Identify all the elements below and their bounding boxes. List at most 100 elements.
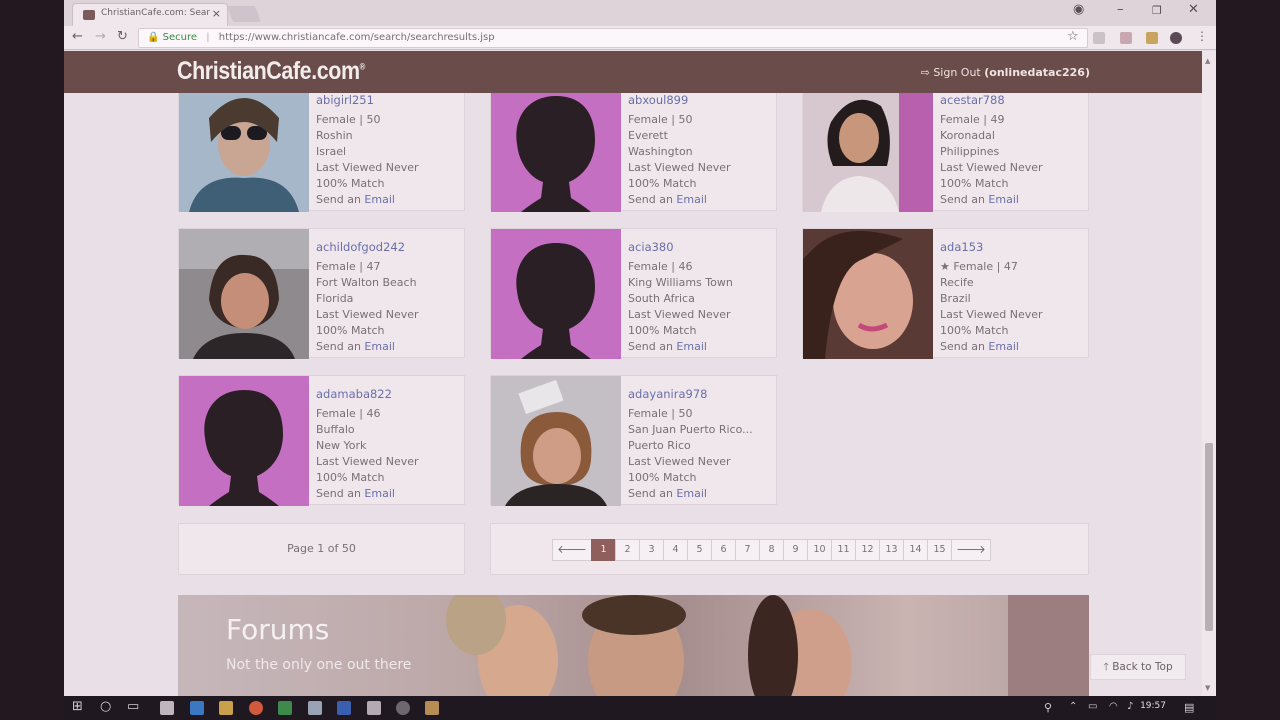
page-scrollbar[interactable]: ▲ ▼: [1202, 51, 1216, 696]
app-icon[interactable]: [396, 701, 410, 715]
tray-chevron-icon[interactable]: ⌃: [1069, 701, 1077, 712]
volume-icon[interactable]: ♪: [1127, 701, 1133, 712]
page-link[interactable]: 6: [711, 539, 736, 561]
profile-photo-placeholder[interactable]: [491, 229, 621, 359]
page-link[interactable]: 5: [687, 539, 712, 561]
windows-start-icon[interactable]: ⊞: [72, 699, 83, 714]
send-email-link[interactable]: Email: [988, 340, 1019, 353]
profile-photo[interactable]: [179, 229, 309, 359]
tab-christiancafe[interactable]: ChristianCafe.com: Sear ×: [72, 3, 228, 26]
profile-city: Everett: [628, 129, 668, 142]
extension-icon[interactable]: [1120, 32, 1132, 44]
profile-photo-placeholder[interactable]: [491, 93, 621, 212]
profile-gender-age: Female | 46: [628, 260, 693, 273]
profile-region: New York: [316, 439, 367, 452]
page-link[interactable]: 13: [879, 539, 904, 561]
cortana-search-icon[interactable]: ○: [100, 699, 111, 714]
wifi-icon[interactable]: ◠: [1109, 701, 1118, 712]
profile-photo[interactable]: [491, 376, 621, 506]
task-view-icon[interactable]: ▭: [127, 699, 139, 714]
page-link[interactable]: 2: [615, 539, 640, 561]
forums-banner[interactable]: Forums Not the only one out there: [178, 595, 1089, 696]
page-link[interactable]: 11: [831, 539, 856, 561]
file-explorer-icon[interactable]: [219, 701, 233, 715]
address-bar[interactable]: 🔒 Secure | https://www.christiancafe.com…: [138, 28, 1088, 48]
profile-username[interactable]: acia380: [628, 239, 733, 255]
maximize-button[interactable]: ❐: [1152, 4, 1162, 17]
page-link[interactable]: 9: [783, 539, 808, 561]
profile-match: 100% Match: [316, 177, 385, 190]
profile-username[interactable]: adamaba822: [316, 386, 419, 402]
profile-photo-placeholder[interactable]: [179, 376, 309, 506]
tab-close-icon[interactable]: ×: [212, 7, 221, 20]
page-link[interactable]: 10: [807, 539, 832, 561]
minimize-button[interactable]: –: [1117, 2, 1124, 17]
site-logo[interactable]: ChristianCafe.com®: [177, 57, 365, 86]
next-page-arrow-icon[interactable]: 🡒: [951, 539, 991, 561]
reload-icon[interactable]: ↻: [117, 29, 128, 44]
extension-icon[interactable]: [1093, 32, 1105, 44]
profile-photo[interactable]: [803, 93, 933, 212]
back-arrow-icon[interactable]: ←: [72, 29, 83, 44]
battery-icon[interactable]: ▭: [1088, 701, 1097, 712]
edge-icon[interactable]: [190, 701, 204, 715]
sign-out-link[interactable]: ⇨ Sign Out (onlinedatac226): [921, 66, 1090, 79]
store-icon[interactable]: [160, 701, 174, 715]
profile-photo[interactable]: [179, 93, 309, 212]
send-email-line: Send an Email: [316, 340, 395, 353]
send-email-line: Send an Email: [316, 193, 395, 206]
profile-icon[interactable]: ◉: [1073, 2, 1084, 17]
word-icon[interactable]: [337, 701, 351, 715]
send-email-link[interactable]: Email: [676, 193, 707, 206]
scrollbar-thumb[interactable]: [1205, 443, 1213, 631]
new-tab-button[interactable]: [227, 6, 261, 22]
app-icon[interactable]: [425, 701, 439, 715]
send-email-link[interactable]: Email: [988, 193, 1019, 206]
page-link[interactable]: 4: [663, 539, 688, 561]
send-email-link[interactable]: Email: [676, 487, 707, 500]
page-link[interactable]: 14: [903, 539, 928, 561]
menu-kebab-icon[interactable]: ⋮: [1196, 29, 1208, 43]
profile-username[interactable]: adayanira978: [628, 386, 753, 402]
page-link[interactable]: 8: [759, 539, 784, 561]
close-window-button[interactable]: ✕: [1188, 2, 1199, 17]
page-link[interactable]: 7: [735, 539, 760, 561]
scroll-down-arrow-icon[interactable]: ▼: [1205, 684, 1210, 692]
profile-username[interactable]: achildofgod242: [316, 239, 419, 255]
send-email-line: Send an Email: [940, 340, 1019, 353]
profile-username[interactable]: ada153: [940, 239, 1043, 255]
send-email-link[interactable]: Email: [364, 193, 395, 206]
notification-icon[interactable]: ▤: [1184, 701, 1194, 714]
silhouette-icon: [204, 390, 283, 506]
profile-username[interactable]: abxoul899: [628, 93, 731, 108]
send-email-link[interactable]: Email: [364, 340, 395, 353]
extension-icon[interactable]: [1146, 32, 1158, 44]
bookmark-star-icon[interactable]: ☆: [1067, 29, 1079, 44]
profile-avatar-icon[interactable]: [1170, 32, 1182, 44]
previous-page-arrow-icon[interactable]: 🡐: [552, 539, 592, 561]
profile-gender-age: Female | 46: [316, 407, 381, 420]
chrome-icon[interactable]: [249, 701, 263, 715]
back-to-top-button[interactable]: 🡑 Back to Top: [1090, 654, 1186, 680]
mail-icon[interactable]: [367, 701, 381, 715]
forward-arrow-icon[interactable]: →: [95, 29, 106, 44]
app-icon[interactable]: [308, 701, 322, 715]
profile-city: Fort Walton Beach: [316, 276, 417, 289]
profile-match: 100% Match: [316, 324, 385, 337]
scroll-up-arrow-icon[interactable]: ▲: [1205, 57, 1210, 65]
send-email-link[interactable]: Email: [364, 487, 395, 500]
profile-gender-age: Female | 50: [628, 113, 693, 126]
page-summary: Page 1 of 50: [178, 523, 465, 575]
page-link[interactable]: 12: [855, 539, 880, 561]
profile-photo[interactable]: [803, 229, 933, 359]
page-link[interactable]: 1: [591, 539, 616, 561]
people-icon[interactable]: ⚲: [1044, 701, 1052, 714]
page-link[interactable]: 15: [927, 539, 952, 561]
taskbar-clock[interactable]: 19:57: [1140, 701, 1166, 711]
excel-icon[interactable]: [278, 701, 292, 715]
profile-username[interactable]: abigirl251: [316, 93, 419, 108]
send-email-link[interactable]: Email: [676, 340, 707, 353]
page-link[interactable]: 3: [639, 539, 664, 561]
profile-username[interactable]: acestar788: [940, 93, 1043, 108]
silhouette-icon: [516, 96, 595, 212]
